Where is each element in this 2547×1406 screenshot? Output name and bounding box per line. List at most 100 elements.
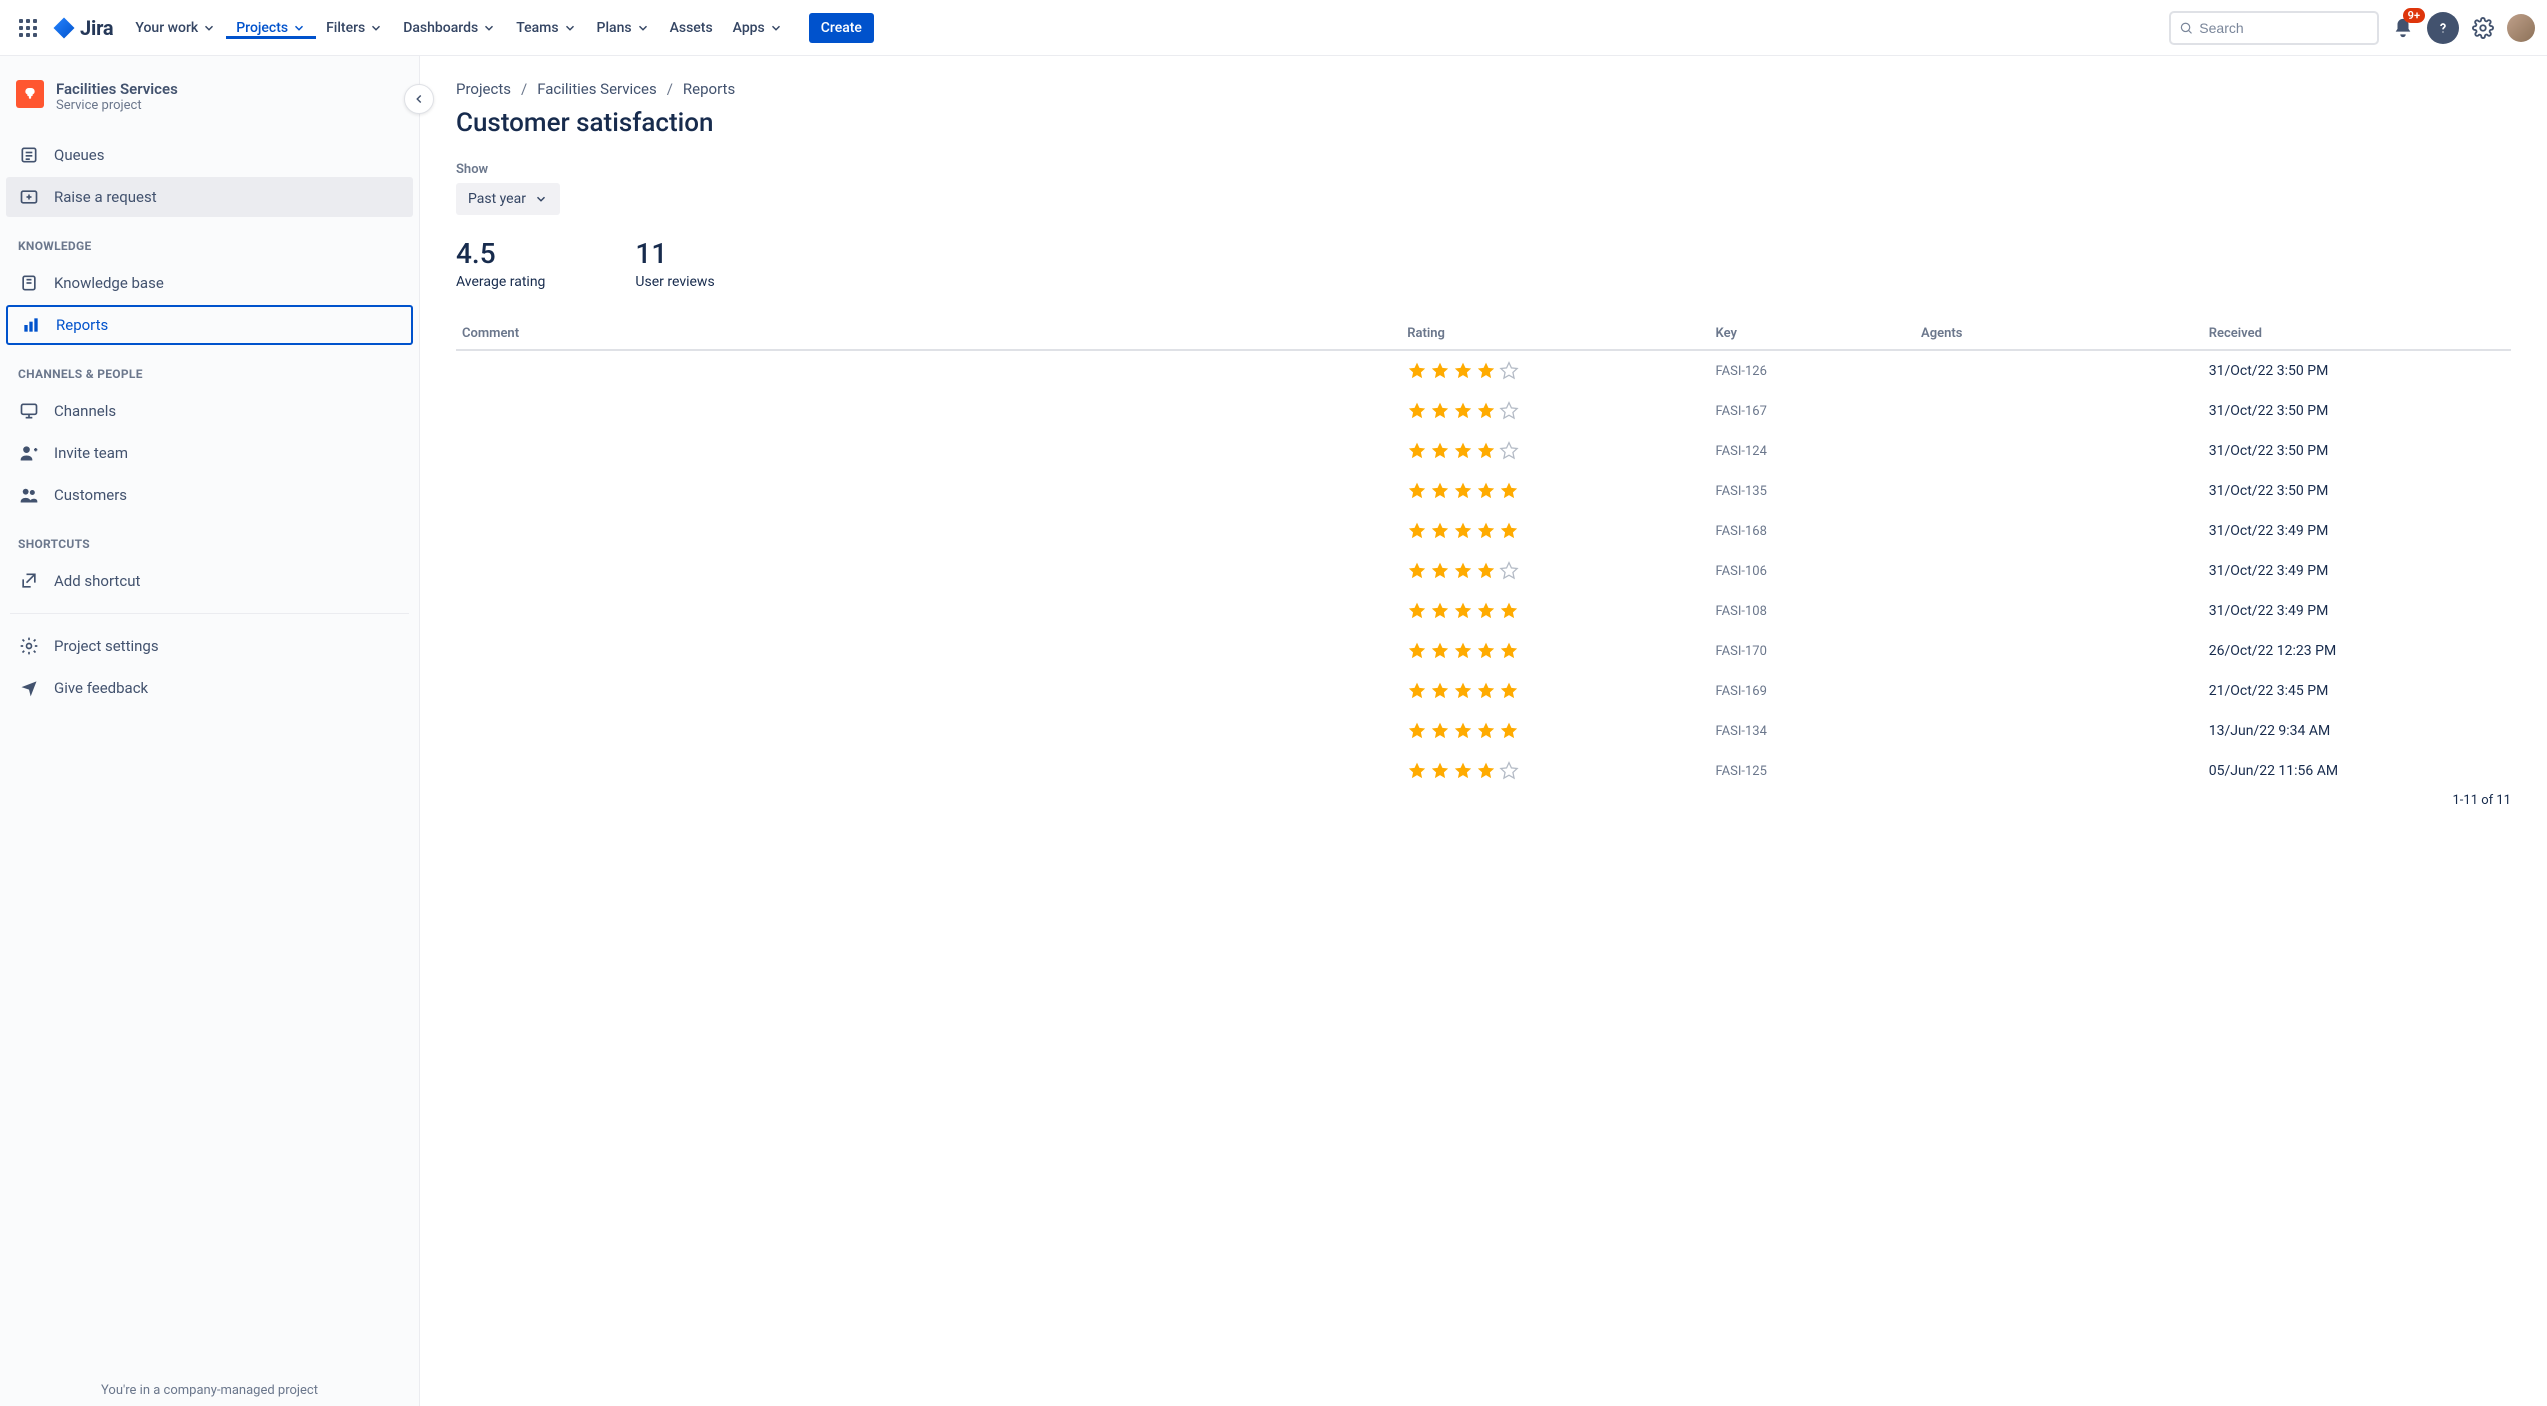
star-filled-icon xyxy=(1453,721,1473,741)
cell-comment xyxy=(456,671,1401,711)
cell-key[interactable]: FASI-108 xyxy=(1710,591,1916,631)
star-filled-icon xyxy=(1453,481,1473,501)
cell-key[interactable]: FASI-135 xyxy=(1710,471,1916,511)
nav-dashboards[interactable]: Dashboards xyxy=(393,17,506,39)
cell-key[interactable]: FASI-168 xyxy=(1710,511,1916,551)
nav-assets[interactable]: Assets xyxy=(660,17,723,39)
collapse-sidebar-button[interactable] xyxy=(404,84,434,114)
search-field[interactable] xyxy=(2199,20,2369,36)
notifications-icon[interactable]: 9+ xyxy=(2387,12,2419,44)
sidebar-item-give-feedback[interactable]: Give feedback xyxy=(6,668,413,708)
cell-key[interactable]: FASI-169 xyxy=(1710,671,1916,711)
app-switcher-icon[interactable] xyxy=(12,12,44,44)
col-received[interactable]: Received xyxy=(2203,318,2511,350)
nav-filters[interactable]: Filters xyxy=(316,17,393,39)
sidebar-item-channels[interactable]: Channels xyxy=(6,391,413,431)
star-filled-icon xyxy=(1407,601,1427,621)
cell-key[interactable]: FASI-124 xyxy=(1710,431,1916,471)
help-icon[interactable] xyxy=(2427,12,2459,44)
cell-rating xyxy=(1401,350,1709,391)
crumb-facilities[interactable]: Facilities Services xyxy=(537,80,657,98)
cell-received: 26/Oct/22 12:23 PM xyxy=(2203,631,2511,671)
crumb-reports[interactable]: Reports xyxy=(683,80,735,98)
chevron-down-icon xyxy=(534,192,548,206)
star-filled-icon xyxy=(1430,601,1450,621)
sidebar-item-customers[interactable]: Customers xyxy=(6,475,413,515)
section-shortcuts: SHORTCUTS xyxy=(6,517,413,559)
stat-num: 4.5 xyxy=(456,237,545,270)
show-dropdown[interactable]: Past year xyxy=(456,183,560,215)
table-row: FASI-12631/Oct/22 3:50 PM xyxy=(456,350,2511,391)
nav-your-work[interactable]: Your work xyxy=(125,17,226,39)
star-filled-icon xyxy=(1453,641,1473,661)
cell-agents xyxy=(1915,431,2203,471)
project-type: Service project xyxy=(56,98,178,113)
cell-rating xyxy=(1401,591,1709,631)
star-filled-icon xyxy=(1430,761,1450,781)
star-filled-icon xyxy=(1476,561,1496,581)
show-label: Show xyxy=(456,162,2511,177)
top-nav: Jira Your workProjectsFiltersDashboardsT… xyxy=(0,0,2547,56)
cell-key[interactable]: FASI-167 xyxy=(1710,391,1916,431)
cell-comment xyxy=(456,391,1401,431)
cell-rating xyxy=(1401,511,1709,551)
cell-received: 31/Oct/22 3:50 PM xyxy=(2203,471,2511,511)
sidebar-item-add-shortcut[interactable]: Add shortcut xyxy=(6,561,413,601)
star-filled-icon xyxy=(1453,681,1473,701)
sidebar-item-label: Knowledge base xyxy=(54,274,164,292)
sidebar-item-label: Queues xyxy=(54,146,105,164)
table-row: FASI-16731/Oct/22 3:50 PM xyxy=(456,391,2511,431)
settings-icon[interactable] xyxy=(2467,12,2499,44)
star-filled-icon xyxy=(1476,521,1496,541)
col-agents[interactable]: Agents xyxy=(1915,318,2203,350)
star-filled-icon xyxy=(1453,361,1473,381)
cell-comment xyxy=(456,631,1401,671)
star-filled-icon xyxy=(1499,681,1519,701)
star-filled-icon xyxy=(1430,641,1450,661)
table-row: FASI-12431/Oct/22 3:50 PM xyxy=(456,431,2511,471)
sidebar-item-reports[interactable]: Reports xyxy=(6,305,413,345)
col-comment[interactable]: Comment xyxy=(456,318,1401,350)
cell-key[interactable]: FASI-125 xyxy=(1710,751,1916,791)
cell-key[interactable]: FASI-170 xyxy=(1710,631,1916,671)
star-filled-icon xyxy=(1453,521,1473,541)
sidebar-item-invite-team[interactable]: Invite team xyxy=(6,433,413,473)
cell-rating xyxy=(1401,471,1709,511)
cell-key[interactable]: FASI-106 xyxy=(1710,551,1916,591)
star-filled-icon xyxy=(1499,521,1519,541)
sidebar-item-project-settings[interactable]: Project settings xyxy=(6,626,413,666)
col-key[interactable]: Key xyxy=(1710,318,1916,350)
table-row: FASI-108 31/Oct/22 3:49 PM xyxy=(456,591,2511,631)
cell-key[interactable]: FASI-126 xyxy=(1710,350,1916,391)
star-empty-icon xyxy=(1499,761,1519,781)
nav-apps[interactable]: Apps xyxy=(723,17,793,39)
nav-plans[interactable]: Plans xyxy=(587,17,660,39)
nav-teams[interactable]: Teams xyxy=(506,17,586,39)
crumb-projects[interactable]: Projects xyxy=(456,80,511,98)
col-rating[interactable]: Rating xyxy=(1401,318,1709,350)
sidebar-item-label: Channels xyxy=(54,402,116,420)
sidebar-item-queues[interactable]: Queues xyxy=(6,135,413,175)
cell-agents xyxy=(1915,671,2203,711)
cell-received: 31/Oct/22 3:49 PM xyxy=(2203,591,2511,631)
project-icon xyxy=(16,80,44,108)
star-filled-icon xyxy=(1430,681,1450,701)
jira-logo[interactable]: Jira xyxy=(52,16,113,40)
cell-key[interactable]: FASI-134 xyxy=(1710,711,1916,751)
star-filled-icon xyxy=(1430,561,1450,581)
queue-icon xyxy=(18,144,40,166)
search-input[interactable] xyxy=(2169,11,2379,45)
nav-projects[interactable]: Projects xyxy=(226,17,316,39)
customers-icon xyxy=(18,484,40,506)
star-filled-icon xyxy=(1430,481,1450,501)
star-filled-icon xyxy=(1407,721,1427,741)
sidebar-item-knowledge-base[interactable]: Knowledge base xyxy=(6,263,413,303)
sidebar-item-raise-a-request[interactable]: Raise a request xyxy=(6,177,413,217)
user-avatar[interactable] xyxy=(2507,14,2535,42)
sidebar-item-label: Project settings xyxy=(54,637,159,655)
cell-agents xyxy=(1915,350,2203,391)
stat-label: User reviews xyxy=(635,274,714,290)
create-button[interactable]: Create xyxy=(809,13,874,43)
stat-num: 11 xyxy=(635,237,714,270)
reports-icon xyxy=(20,314,42,336)
